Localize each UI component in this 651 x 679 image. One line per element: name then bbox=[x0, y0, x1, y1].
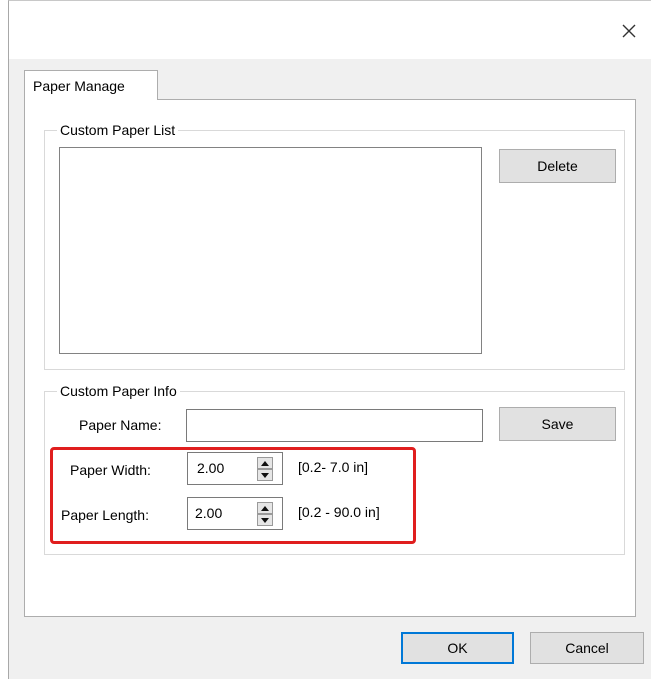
custom-paper-list-box[interactable] bbox=[59, 147, 482, 354]
close-button[interactable] bbox=[612, 14, 646, 48]
ok-button-label: OK bbox=[447, 640, 468, 656]
save-button[interactable]: Save bbox=[499, 407, 616, 441]
paper-name-label: Paper Name: bbox=[79, 417, 162, 433]
tab-paper-manage[interactable]: Paper Manage bbox=[24, 70, 158, 100]
custom-paper-info-group-label: Custom Paper Info bbox=[57, 383, 180, 399]
cancel-button-label: Cancel bbox=[565, 640, 609, 656]
delete-button-label: Delete bbox=[537, 158, 578, 174]
save-button-label: Save bbox=[541, 416, 574, 432]
paper-name-input[interactable] bbox=[186, 409, 483, 442]
title-bar bbox=[9, 1, 651, 59]
close-icon bbox=[622, 24, 636, 38]
delete-button[interactable]: Delete bbox=[499, 149, 616, 183]
tab-label: Paper Manage bbox=[33, 78, 125, 94]
ok-button[interactable]: OK bbox=[401, 632, 514, 664]
highlight-box bbox=[50, 447, 416, 544]
custom-paper-list-group-label: Custom Paper List bbox=[57, 122, 179, 138]
cancel-button[interactable]: Cancel bbox=[530, 632, 644, 664]
